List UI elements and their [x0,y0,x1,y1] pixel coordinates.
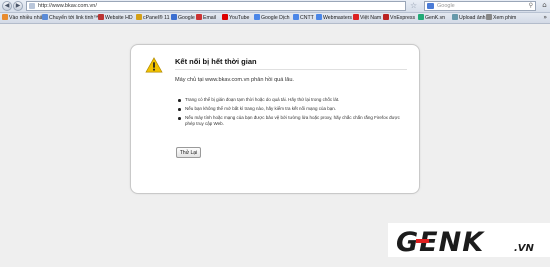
bookmark-icon [353,13,359,20]
bookmark-item[interactable]: Google Dịch [254,13,290,23]
google-engine-icon[interactable] [427,3,434,9]
bookmark-item[interactable]: Google [171,13,195,23]
divider [175,69,407,70]
bookmark-item[interactable]: Webmasters [316,13,352,23]
warning-icon [145,57,163,73]
bookmarks-overflow-icon[interactable]: » [543,13,547,23]
bookmark-icon [418,13,424,20]
bookmark-item[interactable]: VnExpress [383,13,415,23]
bookmark-icon [171,13,177,20]
navigation-toolbar: ◀ ▶ http://www.bkav.com.vn/ ☆ Google ⚲ ⌂ [0,0,550,13]
logo-brand-text: GENK [396,227,485,257]
bookmark-icon [136,13,142,20]
list-item: Trang có thể bị gián đoạn tạm thời hoặc … [177,97,407,103]
list-item: Nếu bạn không thể mở bất kì trang nào, h… [177,106,407,112]
bookmark-item[interactable]: Website HD [98,13,133,23]
bookmark-star-icon[interactable]: ☆ [410,0,417,12]
bookmark-item[interactable]: GenK.vn [418,13,445,23]
error-suggestions: Trang có thể bị gián đoạn tạm thời hoặc … [177,97,407,130]
try-again-button[interactable]: Thử Lại [176,147,201,158]
bookmark-item[interactable]: cPanel® 11 [136,13,170,23]
address-bar[interactable]: http://www.bkav.com.vn/ [26,1,406,11]
search-placeholder[interactable]: Google [437,2,455,10]
bookmark-icon [222,13,228,20]
bookmark-icon [42,13,48,20]
bookmark-icon [196,13,202,20]
bookmark-icon [293,13,299,20]
search-icon[interactable]: ⚲ [529,2,533,10]
genk-logo: GENK .VN [396,227,535,257]
bookmark-item[interactable]: CNTT [293,13,314,23]
bookmark-icon [316,13,322,20]
back-icon[interactable]: ◀ [2,1,12,11]
bookmark-icon [98,13,104,20]
error-card: Kết nối bị hết thời gian Máy chủ tại www… [130,44,420,194]
site-favicon-icon [29,3,35,9]
bookmark-icon [2,13,8,20]
bookmark-item[interactable]: Vào nhiều nhất [2,13,44,23]
bookmark-item[interactable]: Upload ảnh [452,13,486,23]
error-title: Kết nối bị hết thời gian [175,57,257,66]
logo-accent [416,239,429,243]
bookmark-item[interactable]: Xem phim [486,13,516,23]
bookmark-item[interactable]: YouTube [222,13,249,23]
forward-icon[interactable]: ▶ [13,1,23,11]
url-text[interactable]: http://www.bkav.com.vn/ [38,2,97,10]
bookmark-item[interactable]: Email [196,13,216,23]
bookmark-icon [452,13,458,20]
search-box[interactable]: Google ⚲ [424,1,536,11]
list-item: Nếu máy tính hoặc mạng của bạn được bảo … [177,115,407,127]
bookmark-item[interactable]: Việt Nam [353,13,381,23]
bookmark-icon [383,13,389,20]
bookmark-item[interactable]: Chuyển tới link tinh™ [42,13,99,23]
bookmark-icon [254,13,260,20]
error-description: Máy chủ tại www.bkav.com.vn phản hồi quá… [175,77,294,83]
bookmarks-toolbar: Vào nhiều nhất Chuyển tới link tinh™ Web… [0,13,550,24]
bookmark-icon [486,13,492,20]
home-icon[interactable]: ⌂ [540,1,549,10]
logo-suffix-text: .VN [514,243,535,254]
